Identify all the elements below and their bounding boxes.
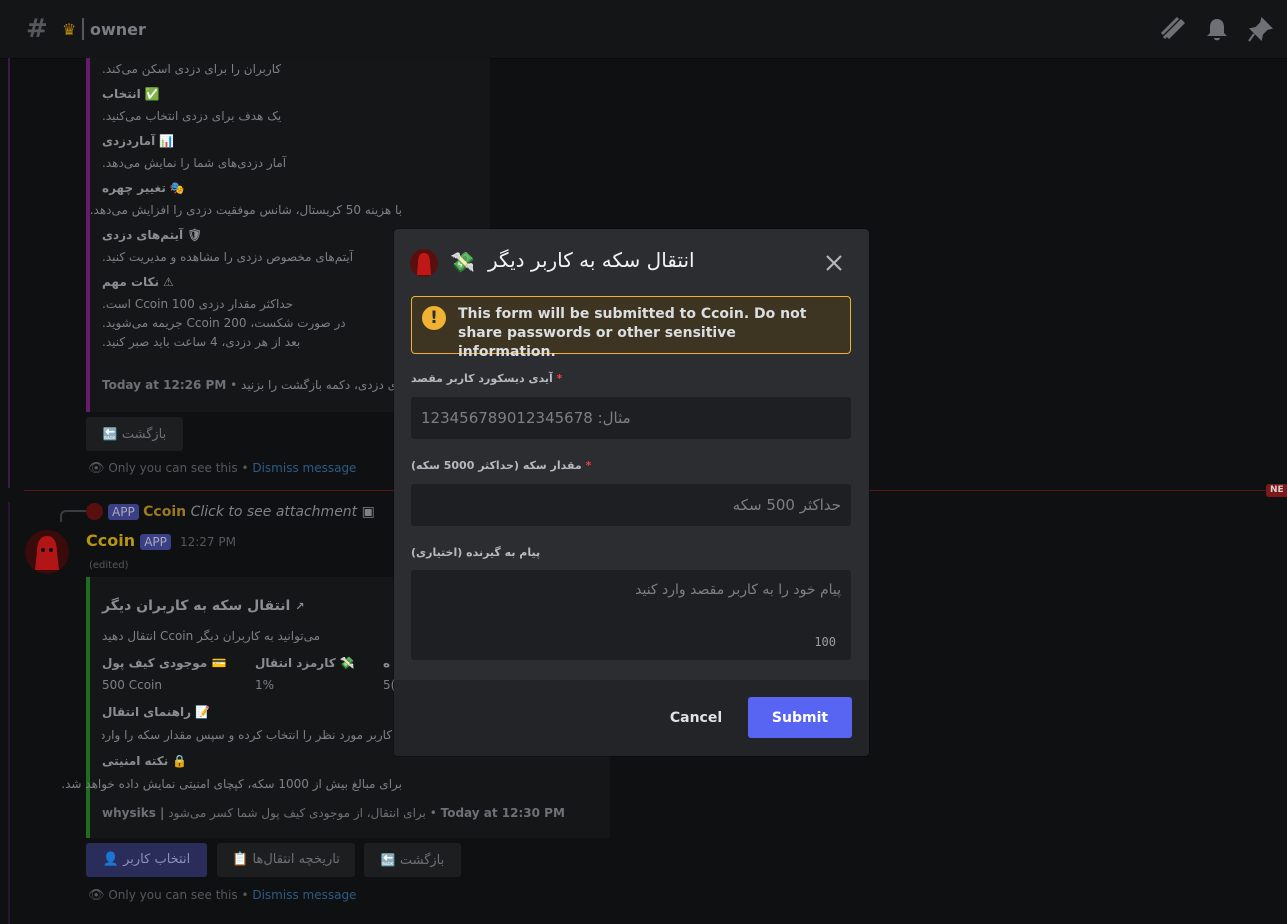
embed-field-name: موجودی کیف پول 💳 — [102, 656, 227, 670]
bot-avatar — [410, 249, 438, 277]
money-icon: 💸 — [450, 250, 475, 274]
embed-field-value: 500 Ccoin — [102, 678, 162, 692]
embed-field-title: تغییر چهره 🎭 — [102, 181, 185, 195]
warning-icon: ! — [422, 306, 446, 330]
channel-hash-icon: # — [26, 14, 48, 44]
field-emoji-icon: ✅ — [144, 87, 160, 101]
embed-footer: whysiks | برای انتقال، از موجودی کیف پول… — [102, 806, 565, 820]
user-icon: 👤 — [102, 852, 119, 867]
back-icon: 🔙 — [102, 427, 118, 441]
embed-field-title: آماردزدی 📊 — [102, 134, 175, 148]
avatar[interactable] — [25, 530, 69, 574]
back-button[interactable]: 🔙 بازگشت — [86, 417, 183, 451]
lock-icon: 🔒 — [172, 754, 188, 768]
embed-title: انتقال سکه به کاربران دیگر ↗ — [102, 598, 305, 614]
eye-icon: 👁 — [88, 461, 105, 476]
field-label: پیام به گیرنده (اختیاری) — [411, 546, 541, 559]
select-user-button[interactable]: 👤 انتخاب کاربر — [86, 843, 207, 877]
message-header: Ccoin APP 12:27 PM — [86, 531, 236, 550]
timestamp: 12:27 PM — [179, 535, 236, 549]
field-emoji-icon: 💳 — [211, 656, 227, 670]
eye-icon: 👁 — [88, 888, 105, 903]
dismiss-link[interactable]: Dismiss message — [252, 461, 356, 475]
transfer-history-button[interactable]: 📋 تاریخچه انتقال‌ها — [217, 843, 355, 877]
char-counter: 100 — [814, 635, 836, 649]
field-emoji-icon: 🎭 — [169, 181, 185, 195]
back-button[interactable]: 🔙 بازگشت — [364, 843, 461, 877]
reply-bar — [8, 502, 10, 924]
reply-preview[interactable]: APP Ccoin Click to see attachment ▣ — [108, 504, 375, 520]
embed-field-text: کاربران را برای دزدی اسکن می‌کند. — [102, 62, 282, 76]
edited-label: (edited) — [89, 560, 129, 571]
clipboard-icon: 📋 — [232, 852, 249, 867]
bell-icon[interactable] — [1203, 16, 1231, 44]
guide-desc: کاربر مورد نظر را انتخاب کرده و سپس مقدا… — [102, 728, 392, 742]
field-emoji-icon: 📊 — [159, 134, 175, 148]
memo-icon: 📝 — [195, 705, 211, 719]
crown-icon: ♛ — [62, 20, 77, 39]
header-divider — [82, 18, 84, 40]
user-id-input[interactable] — [411, 397, 851, 439]
field-emoji-icon: 🛡 — [187, 228, 203, 242]
embed-field-text: حداکثر مقدار دزدی 100 Ccoin است. — [102, 297, 294, 311]
warning-text: This form will be submitted to Ccoin. Do… — [458, 306, 807, 360]
ephemeral-note: 👁 Only you can see this • Dismiss messag… — [88, 461, 357, 476]
embed-field-title: انتخاب ✅ — [102, 87, 160, 101]
embed-field-text: آیتم‌های مخصوص دزدی را مشاهده و مدیریت ک… — [102, 250, 354, 264]
field-label: * مقدار سکه (حداکثر 5000 سکه) — [411, 459, 592, 472]
field-label: * آیدی دیسکورد کاربر مقصد — [411, 372, 563, 385]
cancel-button[interactable]: Cancel — [660, 698, 732, 738]
embed-field-title: نکات مهم ⚠ — [102, 275, 174, 289]
amount-input[interactable] — [411, 484, 851, 526]
embed-field-name: کارمزد انتقال 💸 — [255, 656, 355, 670]
submit-button[interactable]: Submit — [748, 697, 852, 738]
embed-fields: موجودی کیف پول 💳 500 Ccoin کارمزد انتقال 💸… — [102, 656, 402, 696]
ephemeral-note: 👁 Only you can see this • Dismiss messag… — [88, 888, 357, 903]
channel-name: owner — [90, 20, 146, 39]
embed-field-value: 1% — [255, 678, 275, 692]
reply-bar — [8, 58, 10, 488]
embed-field-text: در صورت شکست، 200 Ccoin جریمه می‌شوید. — [102, 316, 346, 330]
embed-field-title: آیتم‌های دزدی 🛡 — [102, 228, 203, 242]
channel-header — [0, 0, 1287, 59]
modal-title: انتقال سکه به کاربر دیگر — [488, 248, 695, 272]
embed-field-name: ه — [383, 656, 391, 670]
embed-desc: می‌توانید به کاربران دیگر Ccoin انتقال د… — [102, 629, 321, 643]
author-name[interactable]: Ccoin — [86, 531, 135, 550]
field-emoji-icon: 💸 — [339, 656, 355, 670]
back-icon: 🔙 — [380, 853, 396, 867]
guide-title: راهنمای انتقال 📝 — [102, 705, 211, 719]
new-badge: NE — [1266, 484, 1287, 497]
reply-avatar — [86, 503, 103, 520]
security-title: نکته امنیتی 🔒 — [102, 754, 188, 768]
threads-icon[interactable] — [1160, 16, 1188, 44]
dismiss-link[interactable]: Dismiss message — [252, 888, 356, 902]
embed-field-text: بعد از هر دزدی، 4 ساعت باید صبر کنید. — [102, 335, 301, 349]
message-textarea[interactable] — [411, 570, 851, 660]
pin-icon[interactable] — [1246, 16, 1274, 44]
embed-field-text: با هزینه 50 کریستال، شانس موفقیت دزدی را… — [89, 203, 402, 217]
embed-field-text: یک هدف برای دزدی انتخاب می‌کنید. — [102, 109, 282, 123]
security-desc: برای مبالغ بیش از 1000 سکه، کپچای امنیتی… — [61, 777, 402, 791]
close-icon[interactable] — [822, 251, 846, 275]
field-emoji-icon: ⚠ — [163, 275, 174, 289]
reply-spine — [60, 510, 86, 522]
embed-footer: Today at 12:26 PM • برای بازگشت به منوی … — [102, 378, 402, 392]
image-icon: ▣ — [361, 504, 375, 520]
embed-field-text: آمار دزدی‌های شما را نمایش می‌دهد. — [102, 156, 287, 170]
